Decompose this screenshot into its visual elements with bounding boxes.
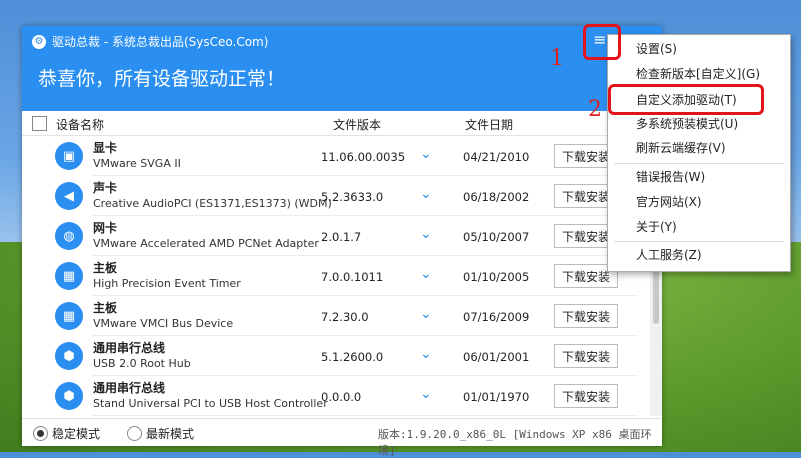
- device-category: 主板: [93, 301, 118, 315]
- col-file-version: 文件版本: [333, 118, 382, 132]
- menu-item-settings[interactable]: 设置(S): [608, 37, 790, 61]
- device-date: 01/10/2005: [463, 270, 530, 284]
- device-date: 04/21/2010: [463, 150, 530, 164]
- menu-item-official-site[interactable]: 官方网站(X): [608, 190, 790, 214]
- device-row: ◍ 网卡 VMware Accelerated AMD PCNet Adapte…: [22, 216, 650, 256]
- device-date: 05/10/2007: [463, 230, 530, 244]
- menu-item-refresh-cache[interactable]: 刷新云端缓存(V): [608, 136, 790, 160]
- device-category: 声卡: [93, 181, 118, 195]
- device-version: 5.2.3633.0: [321, 190, 384, 204]
- usb-icon: ⬢: [55, 342, 83, 370]
- device-row: ▦ 主板 High Precision Event Timer 7.0.0.10…: [22, 256, 650, 296]
- device-category: 通用串行总线: [93, 381, 166, 395]
- main-menu: 设置(S) 检查新版本[自定义](G) 自定义添加驱动(T) 多系统预装模式(U…: [607, 34, 791, 272]
- col-file-date: 文件日期: [465, 118, 514, 132]
- device-name: Stand Universal PCI to USB Host Controll…: [93, 397, 328, 410]
- col-device-name: 设备名称: [56, 118, 105, 132]
- device-version: 7.2.30.0: [321, 310, 369, 324]
- device-name: VMware Accelerated AMD PCNet Adapter: [93, 237, 319, 250]
- footer-bar: 稳定模式 最新模式 版本:1.9.20.0_x86_0L [Windows XP…: [22, 418, 662, 457]
- device-row: ⬢ 通用串行总线 Stand Universal PCI to USB Host…: [22, 376, 650, 416]
- device-version: 0.0.0.0: [321, 390, 362, 404]
- window-header: ⚙ 驱动总裁 - 系统总裁出品(SysCeo.Com) 恭喜你，所有设备驱动正常…: [22, 26, 662, 111]
- device-category: 网卡: [93, 221, 118, 235]
- device-row: ▣ 显卡 VMware SVGA II 11.06.00.0035 ⌄ 04/2…: [22, 136, 650, 176]
- device-name: USB 2.0 Root Hub: [93, 357, 191, 370]
- globe-icon: ◍: [55, 222, 83, 250]
- window-title: ⚙ 驱动总裁 - 系统总裁出品(SysCeo.Com): [32, 33, 268, 50]
- row-divider: [92, 415, 638, 416]
- version-info: 版本:1.9.20.0_x86_0L [Windows XP x86 桌面环境]: [378, 428, 652, 457]
- annotation-step-2: 2: [588, 97, 602, 122]
- device-date: 07/16/2009: [463, 310, 530, 324]
- board-icon: ▦: [55, 302, 83, 330]
- device-name: High Precision Event Timer: [93, 277, 241, 290]
- chevron-down-icon[interactable]: ⌄: [420, 186, 432, 202]
- device-version: 7.0.0.1011: [321, 270, 384, 284]
- device-category: 通用串行总线: [93, 341, 166, 355]
- device-date: 06/01/2001: [463, 350, 530, 364]
- download-install-button[interactable]: 下载安装: [554, 344, 618, 368]
- menu-separator: [614, 241, 784, 242]
- annotation-step-1: 1: [550, 46, 564, 71]
- chevron-down-icon[interactable]: ⌄: [420, 346, 432, 362]
- menu-item-human-service[interactable]: 人工服务(Z): [608, 243, 790, 267]
- chevron-down-icon[interactable]: ⌄: [420, 306, 432, 322]
- device-row: ▦ 主板 VMware VMCI Bus Device 7.2.30.0 ⌄ 0…: [22, 296, 650, 336]
- highlight-box-menu: [583, 24, 621, 60]
- highlight-box-custom-add: [608, 84, 764, 115]
- stable-mode-label[interactable]: 稳定模式: [52, 425, 100, 442]
- device-version: 5.1.2600.0: [321, 350, 384, 364]
- device-name: Creative AudioPCI (ES1371,ES1373) (WDM): [93, 197, 332, 210]
- app-logo-icon: ⚙: [32, 34, 46, 49]
- select-all-checkbox[interactable]: [32, 116, 47, 131]
- board-icon: ▦: [55, 262, 83, 290]
- menu-item-about[interactable]: 关于(Y): [608, 215, 790, 239]
- title-text: 驱动总裁 - 系统总裁出品(SysCeo.Com): [52, 35, 269, 49]
- menu-item-multi-system[interactable]: 多系统预装模式(U): [608, 112, 790, 136]
- device-date: 01/01/1970: [463, 390, 530, 404]
- column-header: 设备名称 文件版本 文件日期: [22, 111, 662, 136]
- device-category: 主板: [93, 261, 118, 275]
- device-row: ◀ 声卡 Creative AudioPCI (ES1371,ES1373) (…: [22, 176, 650, 216]
- chevron-down-icon[interactable]: ⌄: [420, 266, 432, 282]
- menu-item-check-update[interactable]: 检查新版本[自定义](G): [608, 62, 790, 86]
- download-install-button[interactable]: 下载安装: [554, 304, 618, 328]
- device-date: 06/18/2002: [463, 190, 530, 204]
- radio-latest-mode[interactable]: [127, 426, 142, 441]
- device-row: ⬢ 通用串行总线 USB 2.0 Root Hub 5.1.2600.0 ⌄ 0…: [22, 336, 650, 376]
- device-version: 11.06.00.0035: [321, 150, 406, 164]
- driver-window: ⚙ 驱动总裁 - 系统总裁出品(SysCeo.Com) 恭喜你，所有设备驱动正常…: [22, 26, 662, 457]
- chevron-down-icon[interactable]: ⌄: [420, 146, 432, 162]
- device-category: 显卡: [93, 141, 118, 155]
- device-name: VMware SVGA II: [93, 157, 181, 170]
- latest-mode-label[interactable]: 最新模式: [146, 425, 194, 442]
- download-install-button[interactable]: 下载安装: [554, 384, 618, 408]
- chevron-down-icon[interactable]: ⌄: [420, 226, 432, 242]
- usb-icon: ⬢: [55, 382, 83, 410]
- device-list: ▣ 显卡 VMware SVGA II 11.06.00.0035 ⌄ 04/2…: [22, 136, 650, 416]
- menu-separator: [614, 163, 784, 164]
- device-name: VMware VMCI Bus Device: [93, 317, 234, 330]
- status-message: 恭喜你，所有设备驱动正常！: [38, 68, 286, 90]
- chevron-down-icon[interactable]: ⌄: [420, 386, 432, 402]
- device-version: 2.0.1.7: [321, 230, 362, 244]
- radio-stable-mode[interactable]: [33, 426, 48, 441]
- display-icon: ▣: [55, 142, 83, 170]
- speaker-icon: ◀: [55, 182, 83, 210]
- menu-item-error-report[interactable]: 错误报告(W): [608, 165, 790, 189]
